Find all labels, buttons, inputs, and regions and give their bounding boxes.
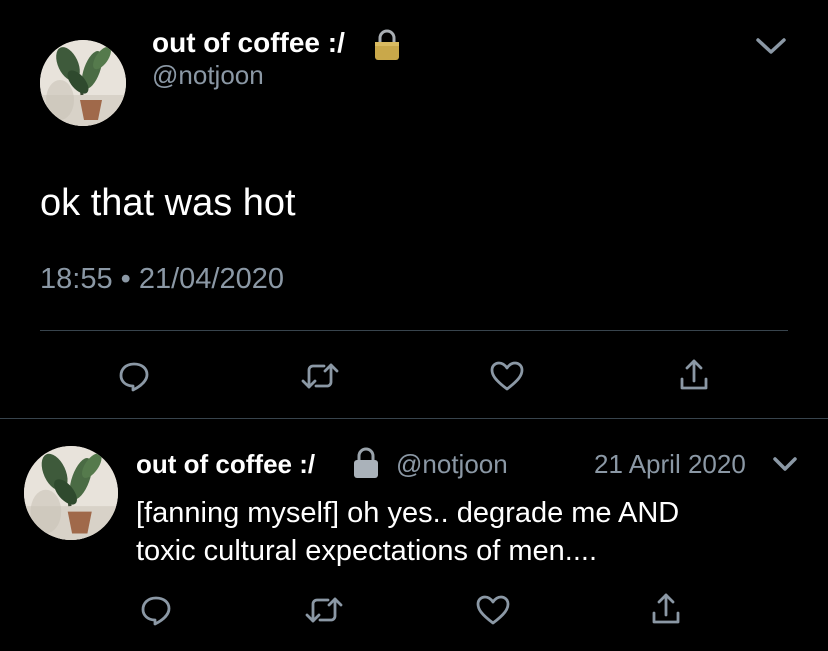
avatar-plant-image [40,40,126,126]
tweet-date[interactable]: 21/04/2020 [139,263,284,295]
tweet-date-text[interactable]: 21 April 2020 [594,449,746,479]
tweet-text: [fanning myself] oh yes.. degrade me AND… [136,494,679,570]
tweet-text-line: toxic cultural expectations of men.... [136,535,597,567]
share-button[interactable] [648,590,684,628]
avatar-plant-image [24,446,118,540]
chevron-down-icon[interactable] [772,454,798,474]
avatar[interactable] [40,40,126,126]
tweet-text-content: ok that was hot [40,182,296,224]
chevron-down-icon[interactable] [754,34,788,58]
handle[interactable]: @notjoon [396,448,508,480]
display-name-text[interactable]: out of coffee :/ [136,449,315,479]
tweet-text-line: [fanning myself] oh yes.. degrade me AND [136,497,680,529]
divider [40,330,788,331]
share-button[interactable] [676,356,712,394]
handle[interactable]: @notjoon [152,60,264,90]
tweet-text: ok that was hot [40,180,296,226]
display-name[interactable]: out of coffee :/ [152,26,345,60]
retweet-icon [305,597,343,623]
like-icon [476,595,510,625]
retweet-button[interactable] [304,592,344,628]
like-icon [490,361,524,391]
lock-icon [352,446,380,480]
reply-button[interactable] [138,592,174,628]
like-button[interactable] [488,358,526,394]
reply-icon [119,362,149,392]
share-icon [680,359,708,390]
display-name[interactable]: out of coffee :/ [136,448,315,480]
retweet-button[interactable] [300,358,340,394]
tweet-timestamp[interactable]: 18:55 • 21/04/2020 [40,262,284,296]
handle-text[interactable]: @notjoon [396,449,508,479]
divider [0,418,828,419]
like-button[interactable] [474,592,512,628]
display-name-text[interactable]: out of coffee :/ [152,27,345,58]
timestamp-separator: • [120,263,131,295]
reply-button[interactable] [116,358,152,394]
lock-icon [372,28,402,62]
avatar[interactable] [24,446,118,540]
tweet-date[interactable]: 21 April 2020 [594,448,746,480]
tweet-time[interactable]: 18:55 [40,263,113,295]
share-icon [652,593,680,624]
retweet-icon [301,363,339,389]
reply-icon [141,596,171,626]
handle-text[interactable]: @notjoon [152,60,264,90]
